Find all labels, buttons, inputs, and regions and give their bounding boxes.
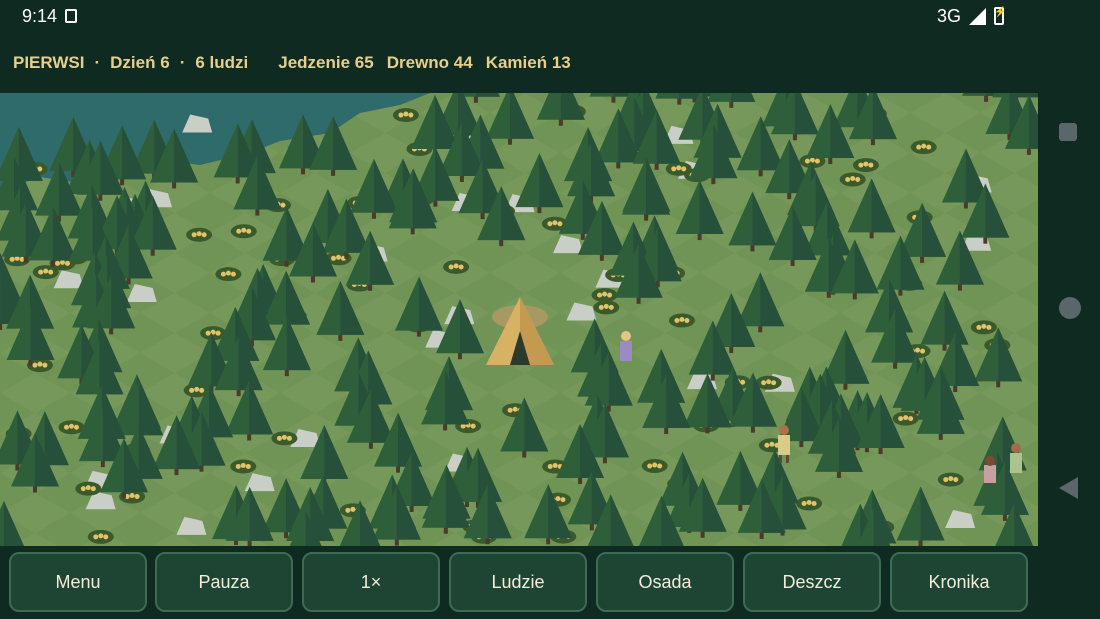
berry-bush — [641, 458, 668, 473]
pause-button[interactable]: Pauza — [155, 552, 293, 612]
status-right: 3G — [936, 5, 1006, 27]
resource-hud: PIERWSI · Dzień 6 · 6 ludzi Jedzenie 65 … — [13, 52, 571, 74]
day-counter: Dzień 6 — [110, 53, 170, 72]
separator: · — [94, 53, 101, 72]
rain-button[interactable]: Deszcz — [743, 552, 881, 612]
berry-bush — [443, 259, 470, 274]
settlement-name: PIERWSI — [13, 53, 85, 72]
stone-counter: Kamień 13 — [485, 53, 571, 72]
berry-bush — [75, 481, 102, 496]
berry-bush — [215, 267, 242, 282]
berry-bush — [230, 459, 257, 474]
berry-bush — [970, 320, 997, 335]
berry-bush — [796, 496, 823, 511]
population-counter: 6 ludzi — [195, 53, 249, 72]
bottom-toolbar: Menu Pauza 1× Ludzie Osada Deszcz Kronik… — [0, 546, 1038, 619]
network-type: 3G — [936, 5, 961, 26]
berry-bush — [87, 529, 114, 544]
map-canvas[interactable] — [0, 93, 1038, 546]
wood-counter: Drewno 44 — [386, 53, 473, 72]
villager[interactable] — [620, 331, 632, 361]
people-button[interactable]: Ludzie — [449, 552, 587, 612]
berry-bush — [591, 288, 618, 303]
berry-bush — [186, 227, 213, 242]
home-icon[interactable] — [1059, 297, 1081, 319]
separator: · — [179, 53, 186, 72]
battery-charging-icon — [994, 7, 1006, 25]
clock: 9:14 — [22, 5, 58, 26]
resources: Jedzenie 65 Drewno 44 Kamień 13 — [278, 53, 570, 73]
menu-button[interactable]: Menu — [9, 552, 147, 612]
chronicle-button[interactable]: Kronika — [890, 552, 1028, 612]
villager[interactable] — [984, 456, 996, 483]
berry-bush — [271, 431, 298, 446]
signal-icon — [969, 7, 986, 25]
berry-bush — [910, 140, 937, 155]
status-left: 9:14 — [22, 5, 78, 27]
berry-bush — [230, 224, 257, 239]
back-icon[interactable] — [1059, 477, 1078, 499]
berry-bush — [32, 265, 59, 280]
berry-bush — [58, 420, 85, 435]
berry-bush — [839, 172, 866, 187]
villager[interactable] — [1010, 443, 1022, 473]
berry-bush — [937, 472, 964, 487]
sim-card-icon — [65, 9, 78, 23]
game-map[interactable] — [0, 93, 1038, 546]
food-counter: Jedzenie 65 — [278, 53, 374, 72]
speed-button[interactable]: 1× — [302, 552, 440, 612]
android-nav-bar — [1040, 93, 1100, 546]
berry-bush — [668, 313, 695, 328]
settlement-button[interactable]: Osada — [596, 552, 734, 612]
system-status-bar: 9:14 3G — [0, 0, 1100, 32]
berry-bush — [392, 108, 419, 123]
recents-icon[interactable] — [1059, 123, 1077, 141]
berry-bush — [593, 300, 620, 315]
berry-bush — [852, 158, 879, 173]
